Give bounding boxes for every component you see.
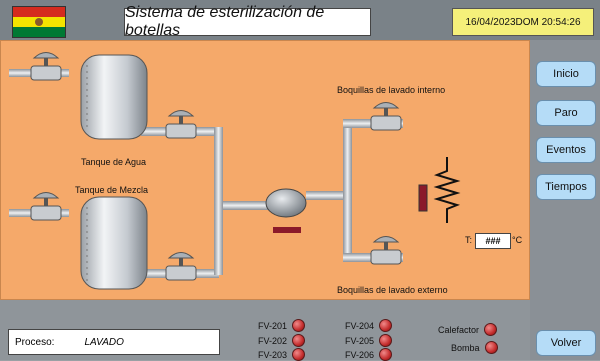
process-piping [9,54,461,290]
valve-label: FV-204 [345,320,375,331]
status-led [292,319,306,332]
process-diagram: Tanque de Agua Tanque de Mezcla Boquilla… [0,40,530,300]
valve-indicator-fv206: FV-206 [345,348,393,361]
temperature-unit: °C [512,235,523,245]
pump-label: Bomba [451,342,480,353]
heater-label: Calefactor [438,324,480,335]
temperature-prefix: T: [465,235,473,245]
events-button[interactable]: Eventos [536,137,596,163]
status-led [484,341,498,354]
datetime-display: 16/04/2023DOM 20:54:26 [452,8,594,36]
valve-label: FV-202 [258,335,288,346]
times-button[interactable]: Tiempos [536,174,596,200]
status-led [379,319,393,332]
valve-indicator-fv205: FV-205 [345,334,393,347]
back-button[interactable]: Volver [536,330,596,356]
tank-mix-label: Tanque de Mezcla [75,185,149,195]
valve-label: FV-201 [258,320,288,331]
status-led [379,334,393,347]
top-bar: Sistema de esterilización de botellas 16… [0,0,600,40]
process-value: LAVADO [84,336,124,348]
status-led [379,348,393,361]
status-led [292,334,306,347]
status-led [484,323,498,336]
nozzle-external-label: Boquillas de lavado externo [337,285,448,295]
pump-indicator: Bomba [451,341,498,354]
valve-label: FV-205 [345,335,375,346]
page-title: Sistema de esterilización de botellas [124,4,371,39]
process-label: Proceso: [15,336,55,348]
valve-indicator-fv202: FV-202 [258,334,306,347]
valve-indicator-fv203: FV-203 [258,348,306,361]
bolivia-flag-icon [12,6,66,38]
status-bar: Proceso: LAVADO FV-201 FV-202 FV-203 FV-… [0,300,530,361]
sidebar: Inicio Paro Eventos Tiempos Volver [530,40,600,360]
stop-button[interactable]: Paro [536,100,596,126]
process-status-box: Proceso: LAVADO [8,329,220,355]
start-button[interactable]: Inicio [536,61,596,87]
valve-indicator-fv204: FV-204 [345,319,393,332]
valve-indicator-fv201: FV-201 [258,319,306,332]
nozzle-internal-label: Boquillas de lavado interno [337,85,446,95]
valve-label: FV-206 [345,349,375,360]
valve-label: FV-203 [258,349,288,360]
tank-water-label: Tanque de Agua [81,157,147,167]
status-led [292,348,306,361]
heater-indicator: Calefactor [438,323,498,336]
temperature-field[interactable]: ### [475,233,511,249]
